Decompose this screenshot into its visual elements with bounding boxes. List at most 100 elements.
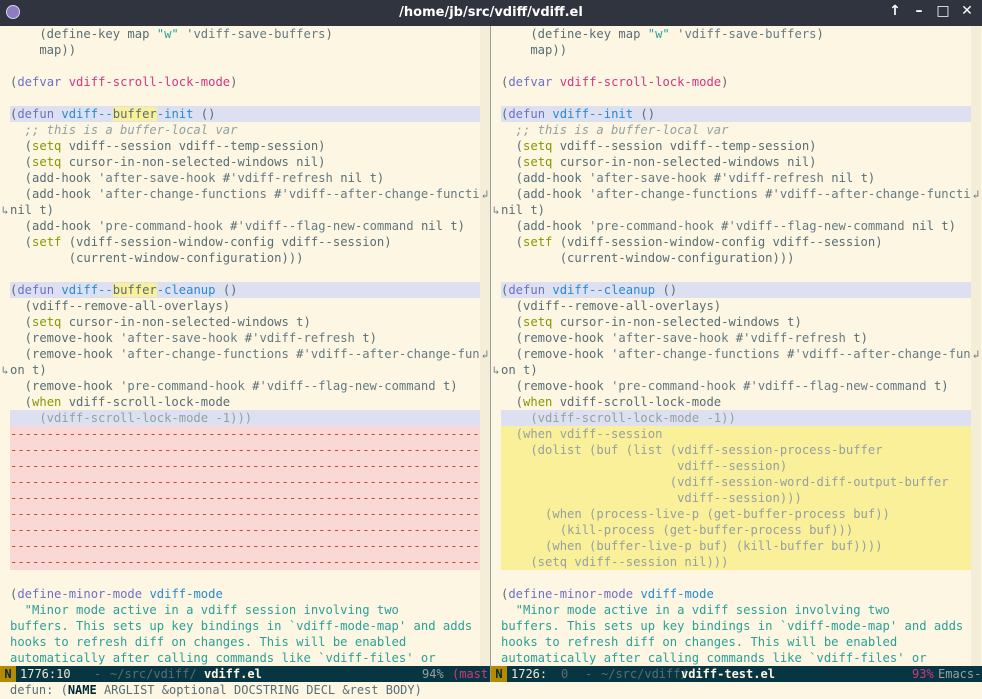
code-line[interactable]: (vdiff-scroll-lock-mode -1)) xyxy=(501,410,971,426)
evil-state-indicator: N xyxy=(491,666,507,682)
code-line[interactable]: vdiff--session) xyxy=(501,458,971,474)
code-line[interactable]: (when (buffer-live-p buf) (kill-buffer b… xyxy=(501,538,971,554)
code-line[interactable]: (defun vdiff--buffer-cleanup () xyxy=(10,282,480,298)
code-line[interactable]: (add-hook 'after-change-functions #'vdif… xyxy=(501,186,971,202)
code-line[interactable]: (setq cursor-in-non-selected-windows nil… xyxy=(501,154,971,170)
code-line[interactable]: automatically after calling commands lik… xyxy=(10,650,480,666)
code-line[interactable]: (setq cursor-in-non-selected-windows nil… xyxy=(10,154,480,170)
code-line[interactable]: automatically after calling commands lik… xyxy=(501,650,971,666)
code-line[interactable]: (current-window-configuration))) xyxy=(10,250,480,266)
code-line[interactable]: (define-minor-mode vdiff-mode xyxy=(501,586,971,602)
code-line[interactable]: buffers. This sets up key bindings in `v… xyxy=(10,618,480,634)
code-line[interactable]: (add-hook 'pre-command-hook #'vdiff--fla… xyxy=(501,218,971,234)
code-line[interactable]: (remove-hook 'after-save-hook #'vdiff-re… xyxy=(10,330,480,346)
code-line[interactable]: buffers. This sets up key bindings in `v… xyxy=(501,618,971,634)
code-line[interactable]: ----------------------------------------… xyxy=(10,554,480,570)
maximize-up-arrow-icon[interactable]: ↑ xyxy=(886,3,904,19)
code-line[interactable]: (vdiff-scroll-lock-mode -1))) xyxy=(10,410,480,426)
code-line[interactable]: on t) xyxy=(10,362,480,378)
major-mode[interactable]: (mast xyxy=(452,666,488,682)
code-line[interactable]: (add-hook 'after-save-hook #'vdiff-refre… xyxy=(501,170,971,186)
code-line[interactable]: (vdiff-session-word-diff-output-buffer xyxy=(501,474,971,490)
code-line[interactable] xyxy=(501,90,971,106)
code-line[interactable]: (remove-hook 'after-change-functions #'v… xyxy=(501,346,971,362)
code-line[interactable]: (when vdiff-scroll-lock-mode xyxy=(10,394,480,410)
code-line[interactable]: "Minor mode active in a vdiff session in… xyxy=(501,602,971,618)
code-line[interactable]: (defvar vdiff-scroll-lock-mode) xyxy=(10,74,480,90)
code-line[interactable]: map)) xyxy=(10,42,480,58)
code-line[interactable]: ----------------------------------------… xyxy=(10,490,480,506)
code-line[interactable]: (defun vdiff--init () xyxy=(501,106,971,122)
code-line[interactable]: ----------------------------------------… xyxy=(10,442,480,458)
code-line[interactable]: (when (process-live-p (get-buffer-proces… xyxy=(501,506,971,522)
code-line[interactable]: on t) xyxy=(501,362,971,378)
maximize-icon[interactable]: □ xyxy=(934,3,952,19)
code-line[interactable]: (vdiff--remove-all-overlays) xyxy=(10,298,480,314)
left-mode-line[interactable]: N 1776:10 - ~/src/vdiff/ vdiff.el 94% (m… xyxy=(0,666,490,682)
code-line[interactable] xyxy=(10,90,480,106)
code-line[interactable] xyxy=(10,58,480,74)
code-line[interactable]: (define-key map "w" 'vdiff-save-buffers) xyxy=(10,26,480,42)
code-line[interactable]: (defun vdiff--buffer-init () xyxy=(10,106,480,122)
code-line[interactable]: ;; this is a buffer-local var xyxy=(10,122,480,138)
minimize-icon[interactable]: – xyxy=(910,3,928,19)
code-line[interactable]: (setq cursor-in-non-selected-windows t) xyxy=(10,314,480,330)
mode-line-separator: - xyxy=(94,667,102,681)
code-line[interactable]: map)) xyxy=(501,42,971,58)
code-line[interactable]: (setf (vdiff-session-window-config vdiff… xyxy=(10,234,480,250)
code-line[interactable]: (setf (vdiff-session-window-config vdiff… xyxy=(501,234,971,250)
code-line[interactable]: ----------------------------------------… xyxy=(10,506,480,522)
code-line[interactable] xyxy=(501,266,971,282)
close-icon[interactable]: ✕ xyxy=(958,3,976,19)
line-wrap-left-icon: ↳ xyxy=(1,204,9,217)
major-mode[interactable]: Emacs- xyxy=(938,666,981,682)
code-line[interactable]: hooks to refresh diff on changes. This w… xyxy=(10,634,480,650)
code-line[interactable]: (setq vdiff--session vdiff--temp-session… xyxy=(501,138,971,154)
left-editor-pane[interactable]: (define-key map "w" 'vdiff-save-buffers)… xyxy=(0,26,490,666)
code-line[interactable] xyxy=(501,570,971,586)
code-line[interactable]: (when vdiff-scroll-lock-mode xyxy=(501,394,971,410)
left-code-area[interactable]: (define-key map "w" 'vdiff-save-buffers)… xyxy=(10,26,480,666)
code-line[interactable]: ----------------------------------------… xyxy=(10,426,480,442)
code-line[interactable]: (remove-hook 'pre-command-hook #'vdiff--… xyxy=(10,378,480,394)
code-line[interactable]: (current-window-configuration))) xyxy=(501,250,971,266)
code-line[interactable]: (setq vdiff--session nil))) xyxy=(501,554,971,570)
code-line[interactable]: ----------------------------------------… xyxy=(10,538,480,554)
code-line[interactable]: (when vdiff--session xyxy=(501,426,971,442)
code-line[interactable]: nil t) xyxy=(501,202,971,218)
code-line[interactable]: nil t) xyxy=(10,202,480,218)
code-line[interactable]: ;; this is a buffer-local var xyxy=(501,122,971,138)
code-line[interactable]: (define-key map "w" 'vdiff-save-buffers) xyxy=(501,26,971,42)
code-line[interactable] xyxy=(10,266,480,282)
code-line[interactable]: ----------------------------------------… xyxy=(10,522,480,538)
code-line[interactable]: (remove-hook 'after-save-hook #'vdiff-re… xyxy=(501,330,971,346)
code-line[interactable]: (add-hook 'pre-command-hook #'vdiff--fla… xyxy=(10,218,480,234)
right-editor-pane[interactable]: (define-key map "w" 'vdiff-save-buffers)… xyxy=(491,26,981,666)
code-line[interactable]: ----------------------------------------… xyxy=(10,458,480,474)
code-line[interactable]: (defvar vdiff-scroll-lock-mode) xyxy=(501,74,971,90)
line-wrap-left-icon: ↳ xyxy=(492,364,500,377)
code-line[interactable]: (kill-process (get-buffer-process buf))) xyxy=(501,522,971,538)
right-mode-line[interactable]: N 1726: 0 - ~/src/vdiff/ vdiff-test.el 9… xyxy=(491,666,982,682)
code-line[interactable] xyxy=(501,58,971,74)
right-code-area[interactable]: (define-key map "w" 'vdiff-save-buffers)… xyxy=(501,26,971,666)
code-line[interactable]: (add-hook 'after-change-functions #'vdif… xyxy=(10,186,480,202)
code-line[interactable]: hooks to refresh diff on changes. This w… xyxy=(501,634,971,650)
code-line[interactable]: (remove-hook 'after-change-functions #'v… xyxy=(10,346,480,362)
buffer-name[interactable]: vdiff-test.el xyxy=(681,666,775,682)
code-line[interactable]: vdiff--session))) xyxy=(501,490,971,506)
code-line[interactable]: (vdiff--remove-all-overlays) xyxy=(501,298,971,314)
code-line[interactable]: (add-hook 'after-save-hook #'vdiff-refre… xyxy=(10,170,480,186)
code-line[interactable]: (dolist (buf (list (vdiff-session-proces… xyxy=(501,442,971,458)
line-wrap-left-icon: ↳ xyxy=(492,204,500,217)
code-line[interactable]: (defun vdiff--cleanup () xyxy=(501,282,971,298)
code-line[interactable]: (setq vdiff--session vdiff--temp-session… xyxy=(10,138,480,154)
code-line[interactable]: (remove-hook 'pre-command-hook #'vdiff--… xyxy=(501,378,971,394)
code-line[interactable]: (define-minor-mode vdiff-mode xyxy=(10,586,480,602)
buffer-name[interactable]: vdiff.el xyxy=(204,666,262,682)
code-line[interactable]: "Minor mode active in a vdiff session in… xyxy=(10,602,480,618)
code-line[interactable]: ----------------------------------------… xyxy=(10,474,480,490)
code-line[interactable]: (setq cursor-in-non-selected-windows t) xyxy=(501,314,971,330)
scroll-percent: 94% xyxy=(422,667,444,681)
code-line[interactable] xyxy=(10,570,480,586)
